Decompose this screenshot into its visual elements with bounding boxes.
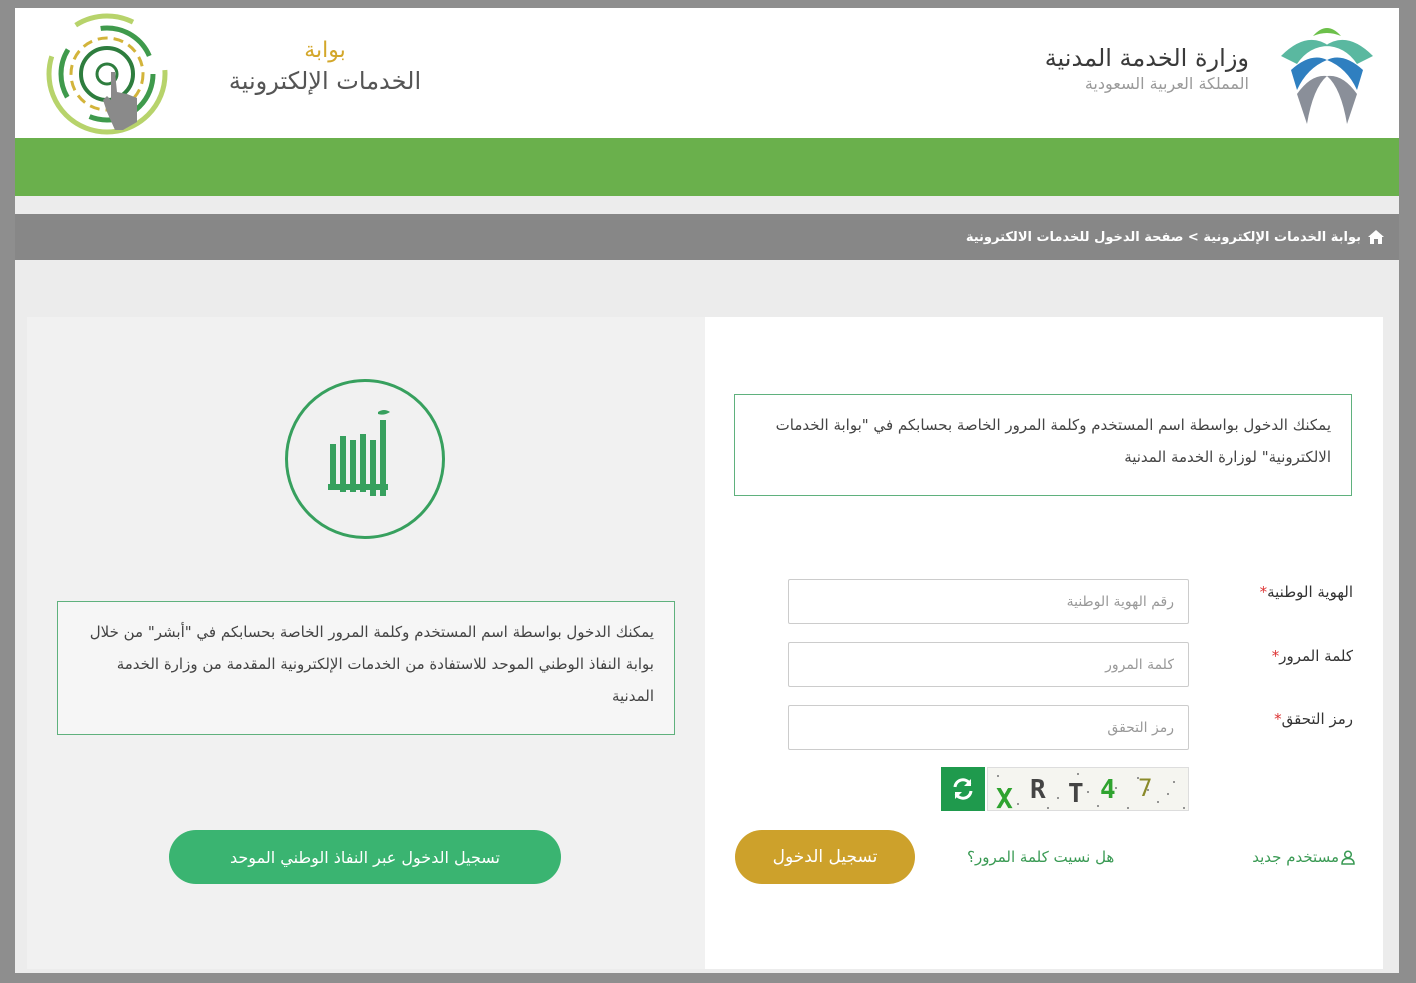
ministry-title: وزارة الخدمة المدنية المملكة العربية الس… bbox=[1045, 44, 1249, 93]
home-icon[interactable] bbox=[1367, 229, 1385, 245]
login-button[interactable]: تسجيل الدخول bbox=[735, 830, 915, 884]
nav-bar bbox=[15, 138, 1399, 196]
refresh-icon bbox=[953, 778, 973, 800]
captcha-input[interactable] bbox=[788, 705, 1189, 750]
portal-login-panel: يمكنك الدخول بواسطة اسم المستخدم وكلمة ا… bbox=[705, 317, 1383, 969]
new-user-link[interactable]: مستخدم جديد bbox=[1252, 848, 1355, 866]
captcha-char-7: 7 bbox=[1138, 774, 1152, 802]
nafath-login-button[interactable]: تسجيل الدخول عبر النفاذ الوطني الموحد bbox=[169, 830, 561, 884]
national-id-label: الهوية الوطنية* bbox=[1233, 583, 1353, 601]
breadcrumb-text[interactable]: بوابة الخدمات الإلكترونية > صفحة الدخول … bbox=[966, 230, 1361, 245]
required-mark: * bbox=[1259, 583, 1268, 601]
captcha-char-x: X bbox=[996, 782, 1013, 811]
user-icon bbox=[1341, 849, 1355, 865]
login-info-box: يمكنك الدخول بواسطة اسم المستخدم وكلمة ا… bbox=[734, 394, 1352, 496]
captcha-label: رمز التحقق* bbox=[1233, 710, 1353, 728]
required-mark: * bbox=[1274, 710, 1282, 728]
password-input[interactable] bbox=[788, 642, 1189, 687]
national-id-label-text: الهوية الوطنية bbox=[1267, 583, 1353, 601]
captcha-noise: X R T 4 7 bbox=[996, 773, 1185, 811]
absher-info-box: يمكنك الدخول بواسطة اسم المستخدم وكلمة ا… bbox=[57, 601, 675, 735]
portal-title-line2: الخدمات الإلكترونية bbox=[228, 67, 422, 95]
breadcrumb: بوابة الخدمات الإلكترونية > صفحة الدخول … bbox=[15, 214, 1399, 260]
site-header: بوابة الخدمات الإلكترونية وزارة الخدمة ا… bbox=[15, 8, 1399, 138]
captcha-label-text: رمز التحقق bbox=[1281, 710, 1353, 728]
captcha-char-r: R bbox=[1030, 775, 1046, 805]
captcha-refresh-button[interactable] bbox=[941, 767, 985, 811]
country-name: المملكة العربية السعودية bbox=[1084, 74, 1249, 93]
ministry-logo-icon[interactable] bbox=[1267, 16, 1387, 134]
captcha-char-4: 4 bbox=[1100, 775, 1116, 805]
absher-logo-icon bbox=[328, 410, 390, 496]
national-id-input[interactable] bbox=[788, 579, 1189, 624]
captcha-char-t: T bbox=[1068, 779, 1084, 809]
ministry-name: وزارة الخدمة المدنية bbox=[1044, 44, 1249, 72]
absher-logo bbox=[285, 379, 445, 539]
captcha-image: X R T 4 7 bbox=[987, 767, 1189, 811]
portal-title: بوابة الخدمات الإلكترونية bbox=[205, 38, 445, 95]
password-label: كلمة المرور* bbox=[1233, 647, 1353, 665]
new-user-label: مستخدم جديد bbox=[1252, 848, 1339, 866]
browser-page: بوابة الخدمات الإلكترونية وزارة الخدمة ا… bbox=[15, 8, 1399, 973]
password-label-text: كلمة المرور bbox=[1279, 647, 1353, 665]
forgot-password-link[interactable]: هل نسيت كلمة المرور؟ bbox=[967, 848, 1114, 866]
nafath-login-panel: يمكنك الدخول بواسطة اسم المستخدم وكلمة ا… bbox=[27, 317, 705, 969]
portal-title-line1: بوابة bbox=[304, 38, 346, 63]
portal-logo-icon[interactable] bbox=[41, 12, 181, 136]
